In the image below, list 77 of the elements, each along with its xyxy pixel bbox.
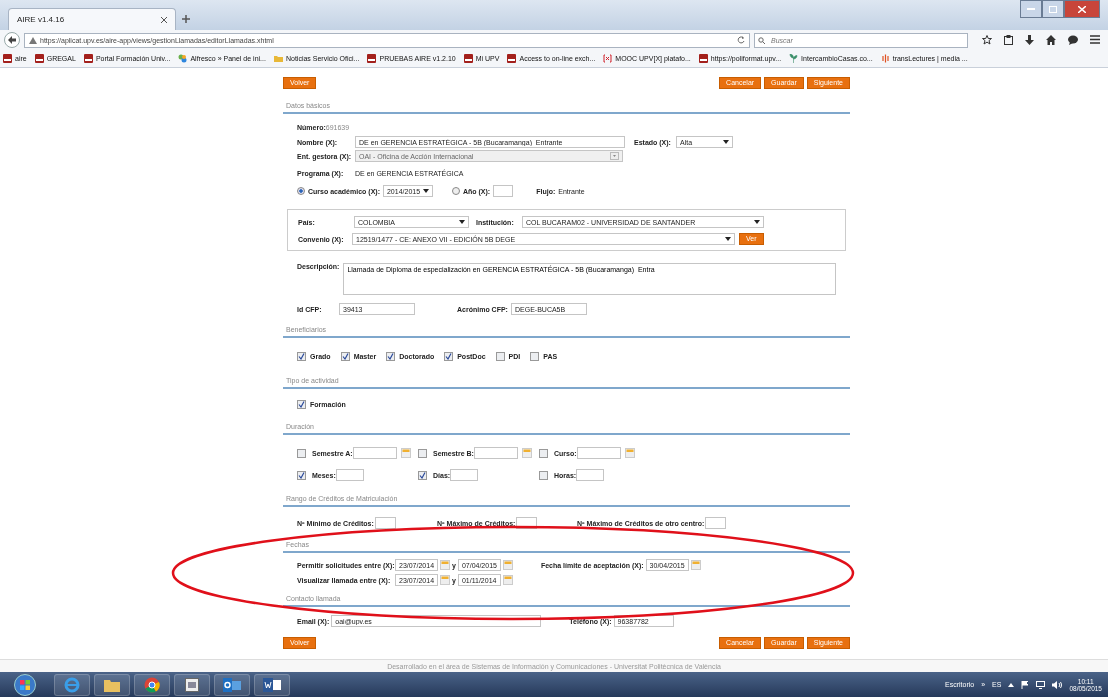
close-icon: [1078, 5, 1086, 13]
caret-icon: [610, 152, 619, 160]
warning-icon: [29, 36, 37, 44]
folder-icon: [104, 677, 120, 692]
checkbox[interactable]: [418, 470, 427, 480]
checkbox[interactable]: [418, 448, 427, 458]
site-icon: [507, 54, 517, 63]
minimize-button[interactable]: [1020, 0, 1042, 18]
taskbar-app[interactable]: [94, 673, 130, 696]
flag-icon[interactable]: [1021, 680, 1030, 689]
caret-icon: [725, 237, 731, 241]
caret-icon: [754, 220, 760, 224]
date-field[interactable]: [473, 447, 518, 459]
caret-icon: [459, 220, 465, 224]
checkbox[interactable]: [297, 400, 306, 409]
triangle-icon[interactable]: [1008, 682, 1015, 687]
maximize-button[interactable]: [1042, 0, 1064, 18]
checkbox[interactable]: [297, 448, 306, 458]
plant-icon: [789, 54, 799, 63]
input-field[interactable]: [450, 469, 479, 481]
back-arrow-icon: [8, 36, 16, 44]
star-icon[interactable]: [982, 35, 992, 45]
chat-icon[interactable]: [1068, 35, 1078, 45]
site-icon: [3, 54, 12, 63]
bracket-icon: [603, 54, 613, 63]
start-orb-icon[interactable]: [14, 673, 36, 696]
browser-icon: [144, 676, 160, 693]
radio-button[interactable]: [297, 187, 305, 195]
taskbar-app[interactable]: [174, 673, 210, 696]
taskbar-app[interactable]: [214, 673, 250, 696]
checkbox[interactable]: [297, 470, 306, 480]
input-field[interactable]: [493, 185, 514, 197]
checkbox[interactable]: [539, 448, 548, 458]
close-icon[interactable]: [161, 16, 167, 23]
mail-app-icon: [223, 677, 241, 692]
input-field[interactable]: [374, 517, 396, 529]
site-icon: [367, 54, 377, 63]
maximize-icon: [1049, 5, 1057, 13]
clipboard-icon[interactable]: [1004, 35, 1013, 45]
home-icon[interactable]: [1046, 35, 1056, 45]
monitor-icon[interactable]: [1036, 680, 1046, 689]
speaker-icon[interactable]: [1052, 680, 1063, 689]
flower-icon: [178, 54, 188, 63]
checkbox[interactable]: [444, 352, 454, 361]
caret-icon: [422, 189, 429, 193]
taskbar-app[interactable]: [134, 673, 170, 696]
checkbox[interactable]: [539, 470, 548, 480]
window-icon: [185, 677, 199, 692]
menu-icon[interactable]: [1090, 35, 1100, 44]
date-field[interactable]: [352, 447, 397, 459]
document-app-icon: [263, 677, 281, 692]
site-icon: [463, 54, 473, 63]
checkbox[interactable]: [297, 352, 306, 361]
checkbox[interactable]: [495, 352, 505, 361]
radio-button[interactable]: [451, 187, 460, 195]
site-icon: [83, 54, 93, 63]
sound-wave-icon: [880, 54, 890, 63]
new-tab-icon[interactable]: [182, 15, 190, 23]
browser-tab[interactable]: AIRE v1.4.16: [8, 8, 176, 30]
checkbox[interactable]: [530, 352, 540, 361]
input-field[interactable]: [705, 517, 727, 529]
checkbox[interactable]: [340, 352, 350, 361]
back-button[interactable]: [4, 32, 20, 48]
caret-icon: [723, 140, 729, 144]
site-icon: [34, 54, 44, 63]
date-field[interactable]: [576, 447, 621, 459]
site-icon: [698, 54, 708, 63]
minimize-icon: [1027, 7, 1035, 11]
checkbox[interactable]: [386, 352, 396, 361]
input-field[interactable]: [335, 469, 364, 481]
input-field[interactable]: [576, 469, 605, 481]
taskbar-app[interactable]: [254, 673, 290, 696]
download-icon[interactable]: [1025, 35, 1034, 45]
folder-icon: [273, 54, 283, 63]
reload-icon[interactable]: [737, 36, 745, 44]
close-button[interactable]: [1064, 0, 1100, 18]
browser-icon: [64, 676, 80, 693]
